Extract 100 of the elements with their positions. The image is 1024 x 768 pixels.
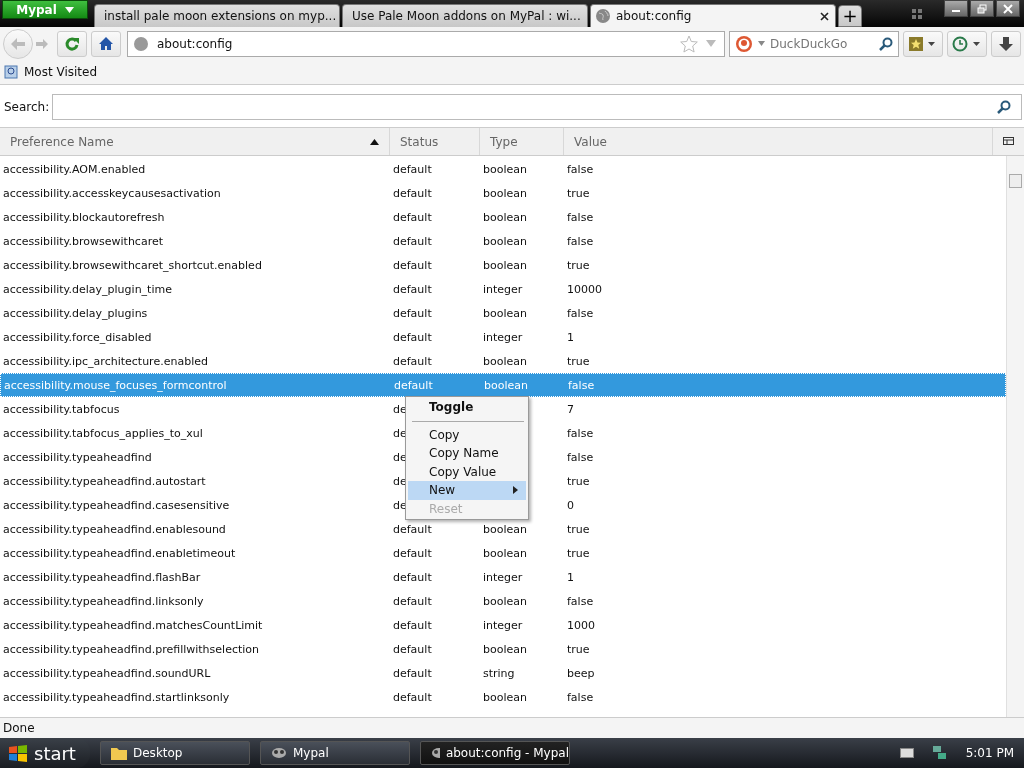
column-header[interactable]: Preference Name [0, 128, 390, 155]
table-cell: accessibility.accesskeycausesactivation [3, 186, 221, 200]
table-cell: accessibility.typeaheadfind.matchesCountLimit [3, 618, 263, 632]
table-cell: default [393, 666, 432, 680]
clock: 5:01 PM [965, 746, 1014, 760]
star-folder-icon [909, 35, 937, 52]
bookmarks-button[interactable] [903, 30, 943, 57]
taskbar-button[interactable]: Mypal [260, 741, 410, 765]
table-cell: accessibility.typeaheadfind.casesensitive [3, 498, 230, 512]
table-cell: 7 [567, 402, 574, 416]
table-cell: default [393, 306, 432, 320]
table-cell: false [567, 162, 594, 176]
table-cell: accessibility.typeaheadfind.enablesound [3, 522, 226, 536]
table-cell: accessibility.ipc_architecture.enabled [3, 354, 208, 368]
star-icon[interactable] [680, 34, 698, 53]
search-input[interactable]: DuckDuckGo [770, 36, 874, 51]
column-header[interactable]: Value [564, 128, 993, 155]
menu-item[interactable]: Copy Value [408, 462, 526, 481]
table-cell: false [567, 594, 594, 608]
column-header[interactable]: Status [390, 128, 480, 155]
table-cell: string [483, 666, 515, 680]
network-icon [931, 745, 948, 761]
sort-arrow-icon [370, 138, 379, 145]
table-cell: accessibility.blockautorefresh [3, 210, 165, 224]
duck-icon [735, 34, 753, 53]
table-cell: accessibility.force_disabled [3, 330, 152, 344]
caret-icon [64, 6, 74, 13]
table-cell: default [393, 330, 432, 344]
table-cell: integer [483, 330, 523, 344]
search-icon [997, 100, 1011, 114]
app-icon [271, 746, 287, 760]
table-cell: boolean [483, 186, 527, 200]
column-header[interactable]: Type [480, 128, 564, 155]
menu-item[interactable]: Copy [408, 425, 526, 444]
table-cell: false [567, 234, 594, 248]
browser-tab[interactable]: about:config [590, 4, 836, 27]
table-cell: default [393, 210, 432, 224]
home-button[interactable] [91, 30, 121, 57]
table-cell: boolean [483, 642, 527, 656]
download-arrow-icon [998, 35, 1014, 52]
minimize-button[interactable] [944, 0, 968, 17]
tab-title: Use Pale Moon addons on MyPal : wi... [352, 9, 581, 23]
table-cell: accessibility.typeaheadfind.soundURL [3, 666, 211, 680]
table-cell: default [393, 162, 432, 176]
table-cell: false [567, 690, 594, 704]
table-cell: integer [483, 618, 523, 632]
globe-icon [133, 35, 149, 52]
history-button[interactable] [947, 30, 987, 57]
table-cell: accessibility.typeaheadfind.autostart [3, 474, 206, 488]
table-cell: beep [567, 666, 595, 680]
browser-tab[interactable]: Use Pale Moon addons on MyPal : wi... [342, 4, 588, 27]
folder-icon [4, 65, 18, 79]
table-cell: boolean [483, 234, 527, 248]
globe-icon [595, 8, 611, 24]
close-icon [1003, 3, 1013, 14]
download-button[interactable] [991, 30, 1021, 57]
bookmark-item[interactable]: Most Visited [4, 65, 98, 79]
menu-item[interactable]: New [408, 481, 526, 500]
menu-item[interactable]: Copy Name [408, 444, 526, 463]
table-cell: default [393, 522, 432, 536]
table-cell: boolean [483, 258, 527, 272]
table-cell: 10000 [567, 282, 602, 296]
table-cell: 1 [567, 330, 574, 344]
taskbar-button[interactable]: Desktop [100, 741, 250, 765]
clock-icon [952, 35, 982, 52]
taskbar-button[interactable]: about:config - Mypal [420, 741, 570, 765]
table-cell: accessibility.typeaheadfind.flashBar [3, 570, 201, 584]
browser-tab[interactable]: install pale moon extensions on myp... [94, 4, 340, 27]
reload-icon [64, 35, 80, 52]
column-picker-icon[interactable] [1003, 136, 1014, 147]
app-icon [431, 746, 440, 760]
close-button[interactable] [996, 0, 1020, 17]
address-bar[interactable]: about:config [127, 30, 725, 57]
forward-arrow-icon [35, 36, 49, 51]
table-cell: true [567, 186, 590, 200]
close-icon[interactable] [820, 11, 829, 21]
reload-button[interactable] [57, 30, 87, 57]
restore-button[interactable] [970, 0, 994, 17]
status-text: Done [3, 721, 35, 735]
table-cell: true [567, 354, 590, 368]
table-cell: accessibility.browsewithcaret [3, 234, 163, 248]
table-cell: integer [483, 570, 523, 584]
table-cell: accessibility.delay_plugin_time [3, 282, 172, 296]
tab-title: install pale moon extensions on myp... [104, 9, 337, 23]
search-field[interactable]: DuckDuckGo [729, 30, 899, 57]
submenu-arrow-icon [513, 486, 518, 495]
table-cell: 1000 [567, 618, 595, 632]
new-tab-button[interactable]: + [838, 5, 862, 27]
menu-item[interactable]: Toggle [408, 398, 526, 417]
table-cell: boolean [483, 354, 527, 368]
caret-icon [758, 41, 765, 46]
table-cell: accessibility.tabfocus_applies_to_xul [3, 426, 203, 440]
search-icon[interactable] [879, 36, 893, 51]
table-cell: accessibility.mouse_focuses_formcontrol [4, 378, 227, 392]
table-cell: true [567, 642, 590, 656]
table-cell: accessibility.AOM.enabled [3, 162, 146, 176]
table-cell: default [393, 282, 432, 296]
table-cell: accessibility.typeaheadfind.startlinksonly [3, 690, 230, 704]
table-cell: default [393, 570, 432, 584]
table-cell: boolean [483, 546, 527, 560]
